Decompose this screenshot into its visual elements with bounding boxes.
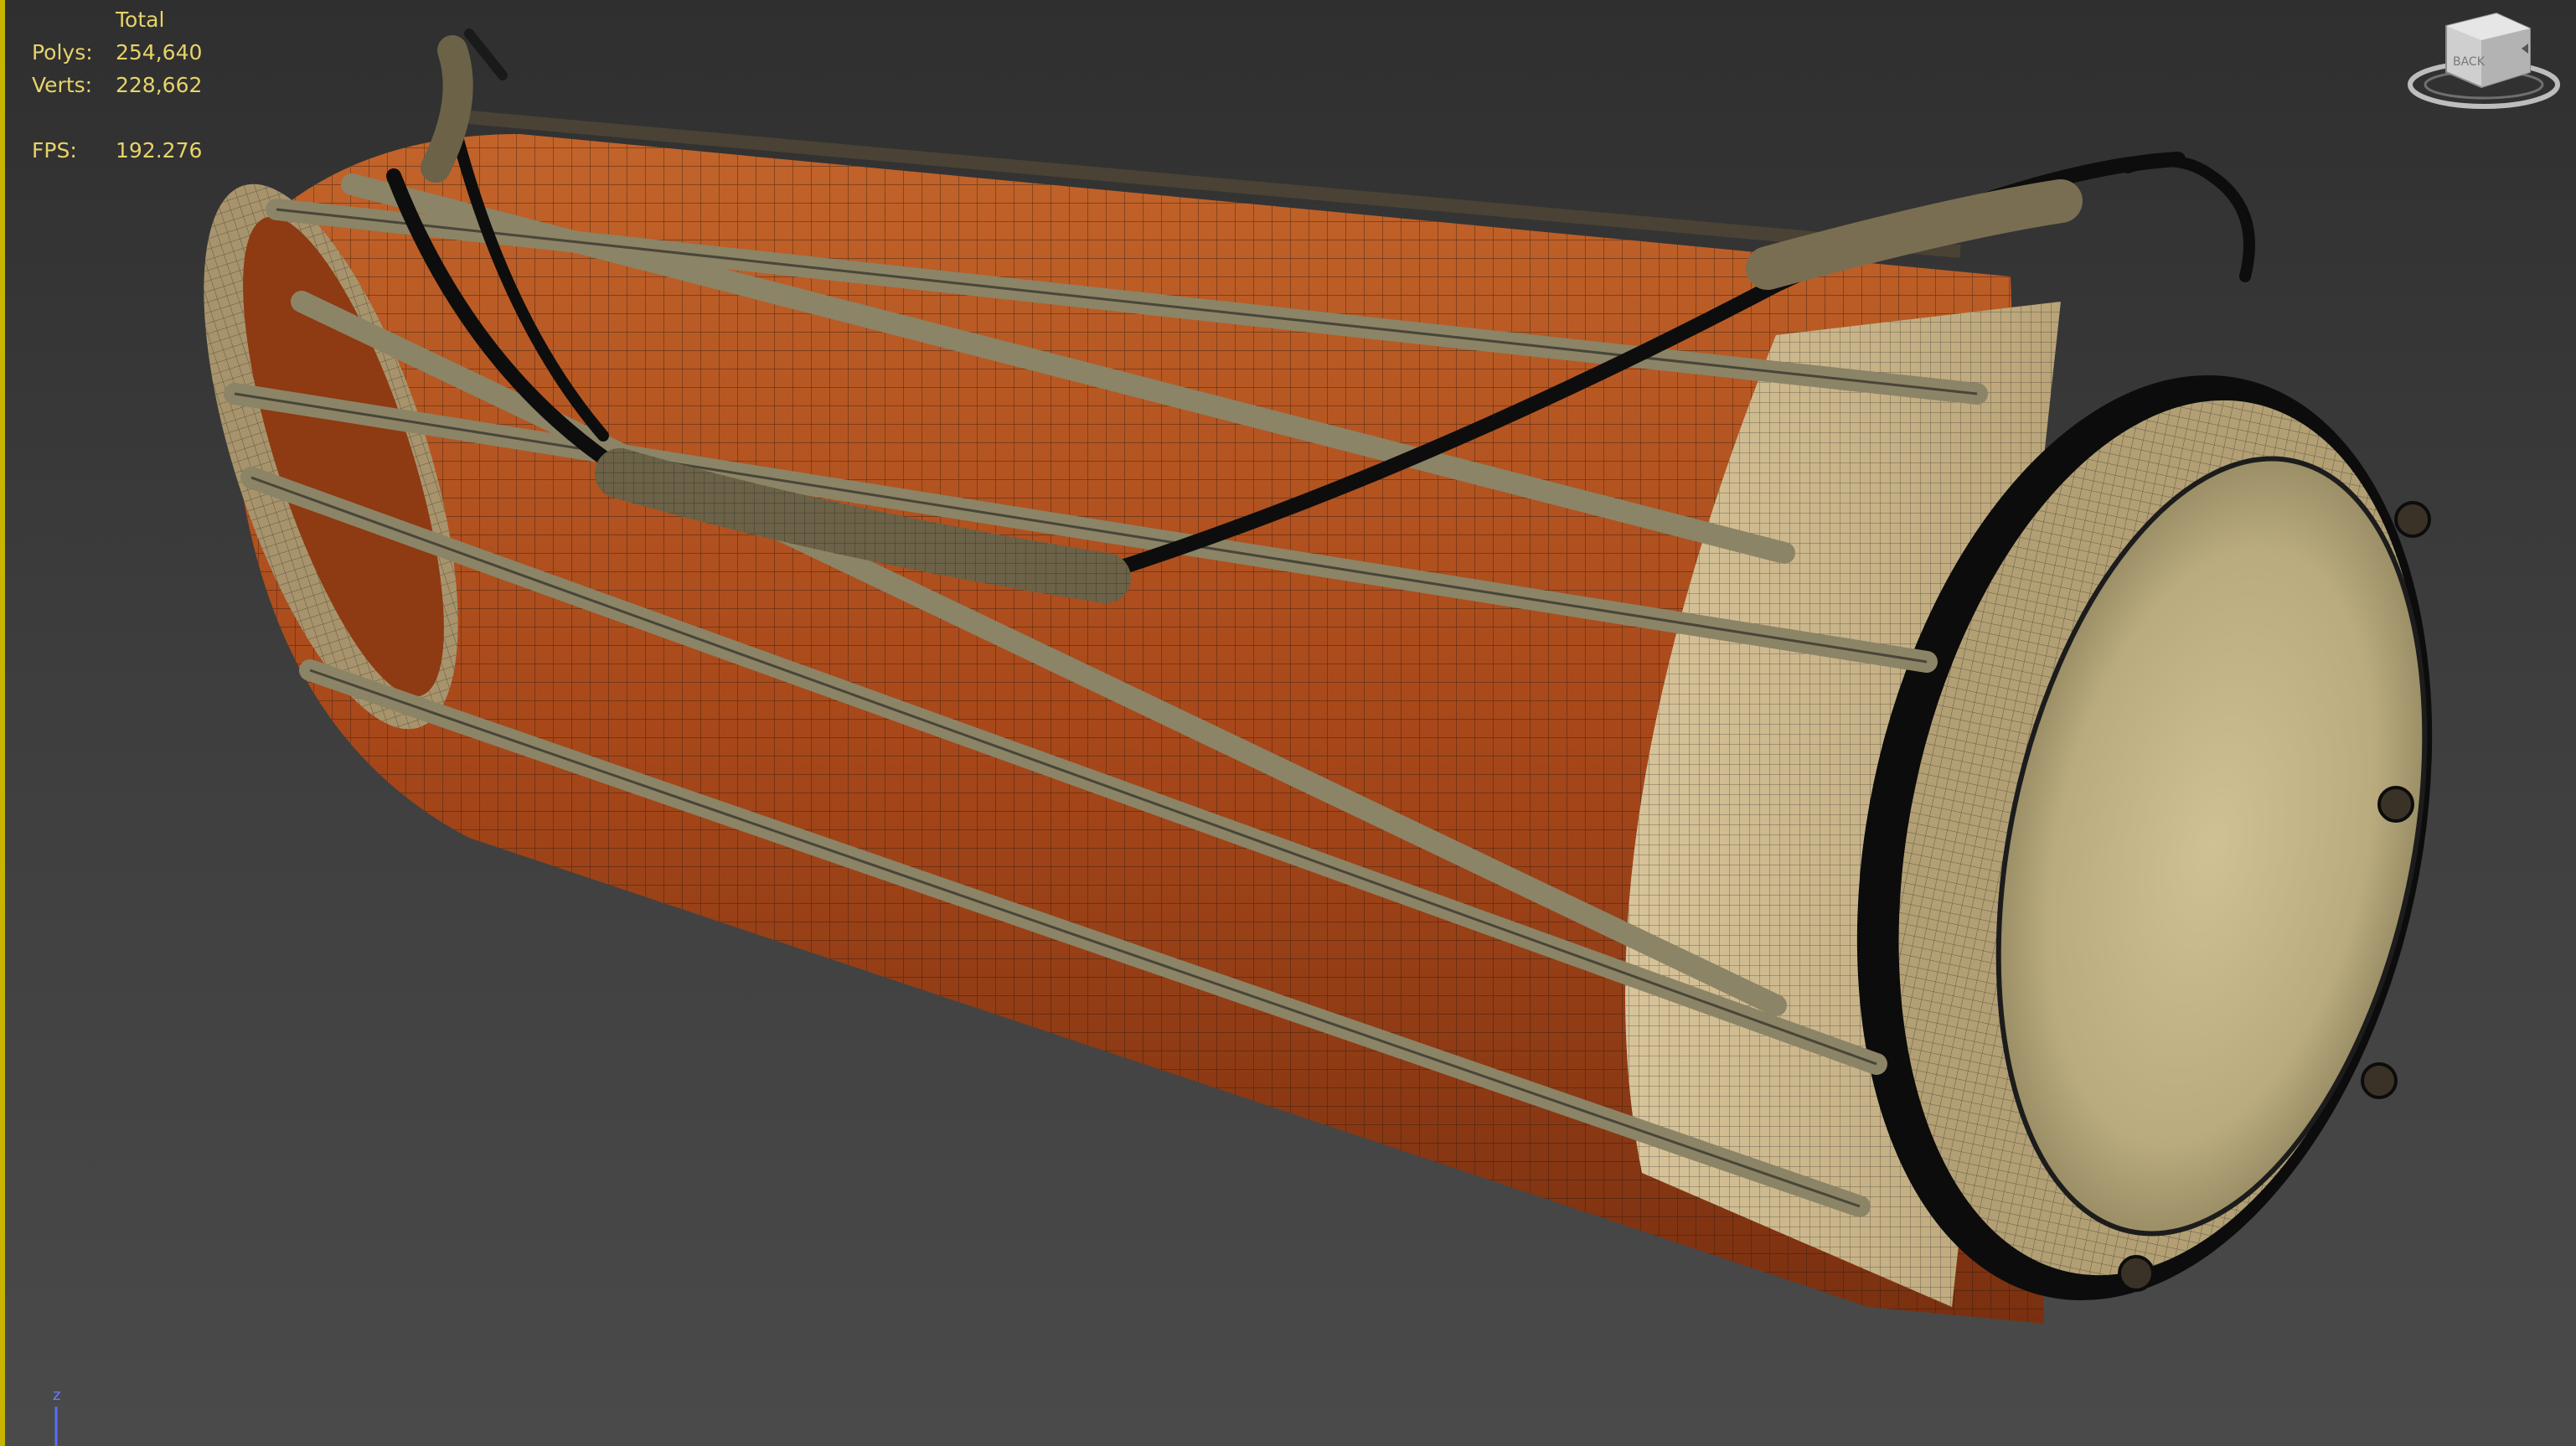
verts-label: Verts: <box>32 73 93 97</box>
drum-model[interactable] <box>0 0 2576 1446</box>
axis-tripod-icon: z <box>46 1387 80 1446</box>
fps-value: 192.276 <box>116 138 203 163</box>
fps-label: FPS: <box>32 138 77 163</box>
verts-value: 228,662 <box>116 73 203 97</box>
polys-value: 254,640 <box>116 40 203 65</box>
viewcube-icon[interactable]: BACK <box>2404 5 2563 114</box>
active-viewport-border <box>0 0 5 1446</box>
3d-viewport[interactable]: Total Polys: 254,640 Verts: 228,662 FPS:… <box>0 0 2576 1446</box>
viewcube-face-label: BACK <box>2453 55 2486 69</box>
viewport-statistics: Total Polys: 254,640 Verts: 228,662 FPS:… <box>32 3 250 167</box>
stats-header: Total <box>116 8 165 32</box>
polys-label: Polys: <box>32 40 93 65</box>
